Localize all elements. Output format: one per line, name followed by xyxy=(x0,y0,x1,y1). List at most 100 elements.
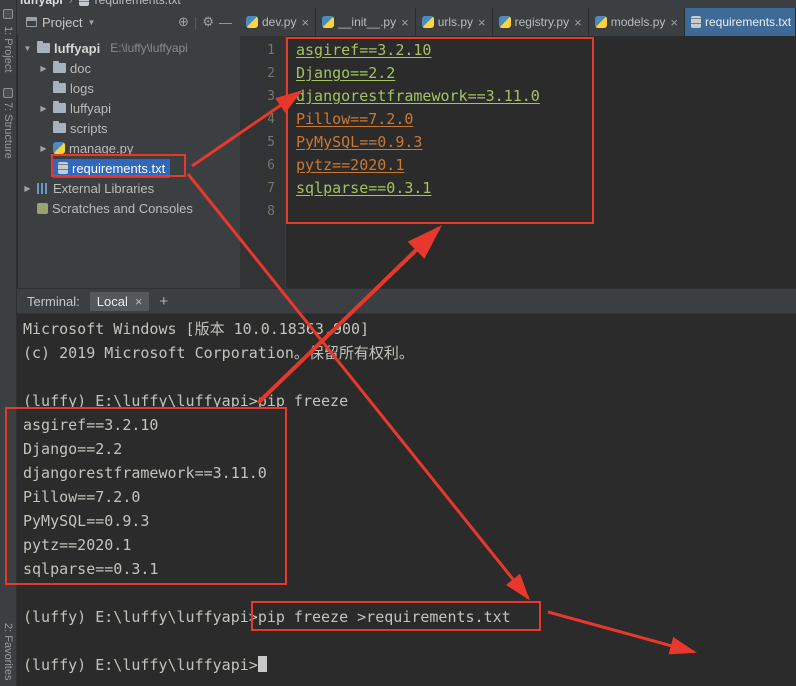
chevron-collapsed-icon[interactable]: ▶ xyxy=(38,104,49,113)
tree-item-label: luffyapi xyxy=(70,100,111,116)
tree-root-luffyapi[interactable]: ▼ luffyapi E:\luffy\luffyapi xyxy=(18,38,240,58)
close-icon[interactable]: × xyxy=(135,294,143,309)
line-number: 4 xyxy=(267,112,275,127)
structure-icon[interactable] xyxy=(3,88,13,98)
editor-line[interactable]: Django==2.2 xyxy=(296,62,796,85)
tool-button-structure[interactable]: 7: Structure xyxy=(2,102,14,159)
terminal-output-line: djangorestframework==3.11.0 xyxy=(23,464,267,482)
editor-area[interactable]: 1 2 3 4 5 6 7 8 asgiref==3.2.10 Django==… xyxy=(240,36,796,288)
chevron-expanded-icon[interactable]: ▼ xyxy=(22,44,33,53)
tree-item-scratches[interactable]: Scratches and Consoles xyxy=(18,198,240,218)
library-icon xyxy=(37,182,49,194)
editor-line[interactable]: asgiref==3.2.10 xyxy=(296,39,796,62)
terminal-tab-local[interactable]: Local × xyxy=(89,291,150,311)
terminal-prompt-line[interactable]: (luffy) E:\luffy\luffyapi> xyxy=(23,653,796,677)
editor-line[interactable]: djangorestframework==3.11.0 xyxy=(296,85,796,108)
terminal-output-line: Microsoft Windows [版本 10.0.18363.900] xyxy=(23,320,370,338)
python-file-icon xyxy=(246,16,258,28)
chevron-down-icon[interactable]: ▼ xyxy=(87,18,95,27)
terminal-command-line: (luffy) E:\luffy\luffyapi>pip freeze >re… xyxy=(23,605,796,629)
tab-urls-py[interactable]: urls.py × xyxy=(416,8,493,36)
tree-item-logs[interactable]: logs xyxy=(18,78,240,98)
project-window-icon xyxy=(26,17,37,27)
editor-content[interactable]: asgiref==3.2.10 Django==2.2 djangorestfr… xyxy=(296,39,796,200)
selected-tree-item[interactable]: requirements.txt xyxy=(53,158,171,178)
requirement-entry: sqlparse==0.3.1 xyxy=(296,179,432,197)
tab-models-py[interactable]: models.py × xyxy=(589,8,685,36)
scratches-icon xyxy=(37,202,48,214)
folder-icon xyxy=(53,81,66,93)
line-number: 5 xyxy=(267,135,275,150)
terminal-header: Terminal: Local × + xyxy=(17,288,796,314)
tab-label: dev.py xyxy=(262,15,297,29)
terminal-title: Terminal: xyxy=(27,293,80,309)
tool-window-icon[interactable] xyxy=(3,9,13,19)
tree-item-requirements-txt[interactable]: requirements.txt xyxy=(18,158,240,178)
close-icon[interactable]: × xyxy=(670,15,678,30)
terminal-tab-label: Local xyxy=(96,293,128,309)
project-header-title[interactable]: Project xyxy=(42,15,82,30)
project-tree-panel: ▼ luffyapi E:\luffy\luffyapi ▶ doc logs … xyxy=(18,36,240,288)
tree-item-manage-py[interactable]: ▶ manage.py xyxy=(18,138,240,158)
requirement-entry: Django==2.2 xyxy=(296,64,396,82)
breadcrumb-file[interactable]: requirements.txt xyxy=(95,0,181,7)
terminal-output-line: pytz==2020.1 xyxy=(23,536,132,554)
terminal-console[interactable]: Microsoft Windows [版本 10.0.18363.900] (c… xyxy=(17,314,796,686)
close-icon[interactable]: × xyxy=(574,15,582,30)
editor-line[interactable]: pytz==2020.1 xyxy=(296,154,796,177)
terminal-output-line: (c) 2019 Microsoft Corporation。保留所有权利。 xyxy=(23,344,414,362)
txt-file-icon xyxy=(78,0,89,6)
terminal-output-line: sqlparse==0.3.1 xyxy=(23,560,159,578)
close-icon[interactable]: × xyxy=(478,15,486,30)
requirement-entry: PyMySQL==0.9.3 xyxy=(296,133,423,151)
tab-label: __init__.py xyxy=(338,15,397,29)
terminal-output-line: PyMySQL==0.9.3 xyxy=(23,512,150,530)
line-number: 1 xyxy=(267,43,275,58)
tree-item-label: External Libraries xyxy=(53,180,155,196)
tab-label: requirements.txt xyxy=(705,15,792,29)
requirement-entry: Pillow==7.2.0 xyxy=(296,110,414,128)
close-icon[interactable]: × xyxy=(301,15,309,30)
tree-root-label: luffyapi xyxy=(54,40,101,56)
requirement-entry: pytz==2020.1 xyxy=(296,156,405,174)
new-terminal-icon[interactable]: + xyxy=(159,293,168,310)
requirement-entry: djangorestframework==3.11.0 xyxy=(296,87,540,105)
chevron-collapsed-icon[interactable]: ▶ xyxy=(38,64,49,73)
tree-item-label: requirements.txt xyxy=(72,160,166,176)
editor-line[interactable]: sqlparse==0.3.1 xyxy=(296,177,796,200)
tab-requirements-txt[interactable]: requirements.txt × xyxy=(685,8,796,36)
chevron-collapsed-icon[interactable]: ▶ xyxy=(22,184,33,193)
breadcrumb-separator-icon: › xyxy=(68,0,73,7)
line-number: 3 xyxy=(267,89,275,104)
tab-dev-py[interactable]: dev.py × xyxy=(240,8,317,36)
gear-icon[interactable]: ⚙ xyxy=(202,14,214,30)
tree-root-path: E:\luffy\luffyapi xyxy=(110,41,188,55)
folder-icon xyxy=(53,61,66,73)
tree-item-label: doc xyxy=(70,60,91,76)
editor-line[interactable]: PyMySQL==0.9.3 xyxy=(296,131,796,154)
tab-registry-py[interactable]: registry.py × xyxy=(493,8,589,36)
python-file-icon xyxy=(498,16,511,28)
tool-button-favorites[interactable]: 2: Favorites xyxy=(2,623,14,680)
tree-item-scripts[interactable]: scripts xyxy=(18,118,240,138)
close-icon[interactable]: × xyxy=(401,15,409,30)
left-tool-stripe: 1: Project 7: Structure 2: Favorites xyxy=(0,0,17,686)
editor-line[interactable]: Pillow==7.2.0 xyxy=(296,108,796,131)
line-number: 6 xyxy=(267,158,275,173)
tree-item-label: scripts xyxy=(70,120,108,136)
breadcrumb-project[interactable]: luffyapi xyxy=(20,0,63,7)
tree-item-external-libraries[interactable]: ▶ External Libraries xyxy=(18,178,240,198)
tree-item-luffyapi[interactable]: ▶ luffyapi xyxy=(18,98,240,118)
tool-button-project[interactable]: 1: Project xyxy=(2,26,14,72)
terminal-output-line: asgiref==3.2.10 xyxy=(23,416,159,434)
locate-file-icon[interactable]: ⊕ xyxy=(178,14,189,30)
python-file-icon xyxy=(53,142,65,154)
tab-init-py[interactable]: __init__.py × xyxy=(316,8,416,36)
terminal-prompt: (luffy) E:\luffy\luffyapi> xyxy=(23,608,258,626)
tree-item-doc[interactable]: ▶ doc xyxy=(18,58,240,78)
hide-panel-icon[interactable]: — xyxy=(219,15,232,30)
editor-gutter: 1 2 3 4 5 6 7 8 xyxy=(240,36,286,288)
chevron-collapsed-icon[interactable]: ▶ xyxy=(38,144,49,153)
terminal-output-line: Django==2.2 xyxy=(23,440,123,458)
